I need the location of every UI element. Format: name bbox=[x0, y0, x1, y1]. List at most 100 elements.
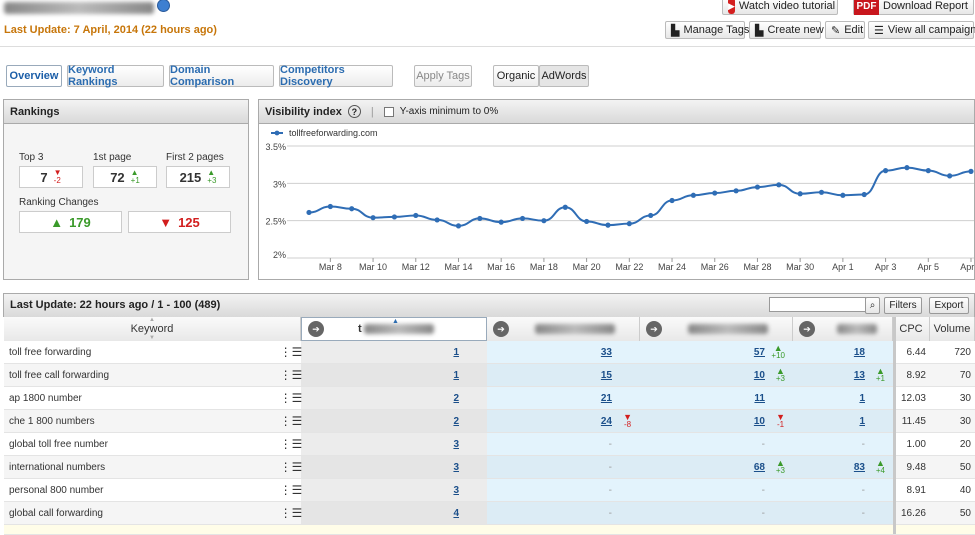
manage-tags-label: Manage Tags bbox=[683, 24, 750, 36]
rank-link[interactable]: 83 bbox=[854, 462, 865, 473]
col-header-competitor-1[interactable]: ➔ bbox=[487, 317, 640, 341]
page1-delta: ▲ +1 bbox=[130, 168, 140, 185]
cpc-cell: 16.26 bbox=[900, 507, 926, 519]
edit-button[interactable]: ✎ Edit bbox=[825, 21, 865, 39]
rank-link[interactable]: 13 bbox=[854, 370, 865, 381]
x-tick-label: Mar 24 bbox=[658, 262, 686, 272]
rank-link[interactable]: 2 bbox=[453, 416, 459, 427]
filters-button[interactable]: Filters bbox=[884, 297, 922, 314]
help-icon[interactable]: ? bbox=[347, 105, 361, 118]
col-header-competitor-2[interactable]: ➔ bbox=[640, 317, 793, 341]
competitor-1-rank-cell: - bbox=[487, 433, 640, 455]
rank-link[interactable]: 1 bbox=[453, 347, 459, 358]
page2-delta-value: +3 bbox=[207, 176, 217, 185]
col-header-competitor-3[interactable]: ➔ bbox=[793, 317, 893, 341]
up-arrow-icon: ▲ bbox=[50, 214, 64, 230]
data-point bbox=[648, 212, 654, 219]
rank-link[interactable]: 10 bbox=[754, 370, 765, 381]
rank-down-indicator: ▼ -1 bbox=[776, 413, 785, 429]
download-report-button[interactable]: PDF Download Report bbox=[853, 0, 974, 15]
table-search-input[interactable] bbox=[769, 297, 866, 312]
rank-link[interactable]: 57 bbox=[754, 347, 765, 358]
competitor-3-rank-cell: 13 ▲ +1 bbox=[793, 364, 893, 386]
pdf-icon: PDF bbox=[854, 0, 879, 15]
tab-domain-comparison[interactable]: Domain Comparison bbox=[169, 64, 274, 88]
empty-rank: - bbox=[861, 438, 865, 450]
rank-link[interactable]: 24 bbox=[601, 416, 612, 427]
data-point bbox=[818, 189, 825, 195]
empty-rank: - bbox=[608, 507, 612, 519]
manage-tags-button[interactable]: ▙ Manage Tags bbox=[665, 21, 749, 39]
x-tick-label: Mar 30 bbox=[786, 262, 814, 272]
search-icon[interactable]: ⌕ bbox=[865, 297, 880, 314]
competitor-3-rank-cell: 18 bbox=[793, 341, 893, 363]
col-header-keyword[interactable]: ▲ Keyword ▼ bbox=[4, 317, 301, 341]
rank-link[interactable]: 1 bbox=[859, 416, 865, 427]
keyword-details-icon[interactable]: ⋮☰ bbox=[280, 456, 303, 478]
page2-value: 215 bbox=[179, 169, 202, 185]
ranking-up-box[interactable]: ▲ 179 bbox=[19, 211, 122, 233]
keyword-details-icon[interactable]: ⋮☰ bbox=[280, 387, 303, 409]
table-row: international numbers ⋮☰ 3 - 68 ▲ +3 83 ▲ +4 9.48 5… bbox=[4, 456, 975, 479]
create-new-button[interactable]: ▙ Create new bbox=[749, 21, 824, 39]
tab-keyword-rankings[interactable]: Keyword Rankings bbox=[67, 64, 164, 88]
cpc-cell: 6.44 bbox=[906, 346, 926, 358]
y-tick-label: 2% bbox=[273, 250, 286, 260]
data-point bbox=[882, 168, 889, 174]
competitor-1-rank-cell: - bbox=[487, 479, 640, 501]
rank-link[interactable]: 68 bbox=[754, 462, 765, 473]
tag-icon: ▙ bbox=[671, 24, 680, 37]
x-tick-label: Mar 14 bbox=[444, 262, 472, 272]
organic-toggle[interactable]: Organic bbox=[493, 65, 539, 87]
top3-box[interactable]: 7 ▼ -2 bbox=[19, 166, 83, 188]
col-header-your-domain[interactable]: ➔ t ▲ bbox=[301, 317, 487, 341]
keyword-details-icon[interactable]: ⋮☰ bbox=[280, 502, 303, 524]
tab-overview[interactable]: Overview bbox=[6, 65, 62, 87]
keyword-details-icon[interactable]: ⋮☰ bbox=[280, 341, 303, 363]
empty-rank: - bbox=[861, 507, 865, 519]
pencil-icon: ✎ bbox=[831, 24, 841, 37]
page2-box[interactable]: 215 ▲ +3 bbox=[166, 166, 230, 188]
rank-link[interactable]: 3 bbox=[453, 485, 459, 496]
tab-competitors-discovery[interactable]: Competitors Discovery bbox=[279, 64, 393, 88]
competitor-1-rank-cell: 15 bbox=[487, 364, 640, 386]
adwords-toggle[interactable]: AdWords bbox=[539, 65, 589, 87]
col-header-cpc[interactable]: CPC bbox=[893, 317, 930, 341]
your-rank-cell: 1 bbox=[301, 341, 487, 363]
rank-link[interactable]: 15 bbox=[601, 370, 612, 381]
page2-label: First 2 pages bbox=[166, 152, 224, 163]
page1-box[interactable]: 72 ▲ +1 bbox=[93, 166, 157, 188]
globe-icon[interactable] bbox=[157, 0, 170, 12]
col-header-volume[interactable]: Volume bbox=[930, 317, 975, 341]
rank-link[interactable]: 18 bbox=[854, 347, 865, 358]
keyword-details-icon[interactable]: ⋮☰ bbox=[280, 410, 303, 432]
keyword-details-icon[interactable]: ⋮☰ bbox=[280, 479, 303, 501]
data-point bbox=[947, 173, 953, 179]
rank-link[interactable]: 11 bbox=[754, 393, 765, 404]
rank-link[interactable]: 3 bbox=[453, 462, 459, 473]
rank-delta-value: +1 bbox=[875, 374, 885, 383]
x-tick-label: Mar 22 bbox=[615, 262, 643, 272]
rank-link[interactable]: 10 bbox=[754, 416, 765, 427]
ranking-down-box[interactable]: ▼ 125 bbox=[128, 211, 231, 233]
view-all-campaigns-button[interactable]: ☰ View all campaigns bbox=[868, 21, 975, 39]
yaxis-checkbox[interactable] bbox=[383, 106, 394, 117]
export-button[interactable]: Export bbox=[929, 297, 969, 314]
rank-link[interactable]: 4 bbox=[453, 508, 459, 519]
rank-link[interactable]: 33 bbox=[601, 347, 612, 358]
keyword-details-icon[interactable]: ⋮☰ bbox=[280, 364, 303, 386]
rank-link[interactable]: 2 bbox=[453, 393, 459, 404]
rank-link[interactable]: 1 bbox=[859, 393, 865, 404]
watch-video-button[interactable]: ▶ Watch video tutorial bbox=[722, 0, 838, 15]
apply-tags-button[interactable]: Apply Tags bbox=[414, 65, 472, 87]
arrow-right-icon: ➔ bbox=[646, 321, 662, 337]
sort-asc-icon: ▲ bbox=[392, 318, 399, 325]
rank-up-indicator: ▲ +10 bbox=[771, 344, 785, 360]
keyword-details-icon[interactable]: ⋮☰ bbox=[280, 433, 303, 455]
col-keyword-label: Keyword bbox=[130, 323, 174, 335]
data-point bbox=[754, 184, 761, 190]
rank-link[interactable]: 3 bbox=[453, 439, 459, 450]
rank-link[interactable]: 21 bbox=[601, 393, 612, 404]
data-point bbox=[391, 214, 398, 220]
rank-link[interactable]: 1 bbox=[453, 370, 459, 381]
